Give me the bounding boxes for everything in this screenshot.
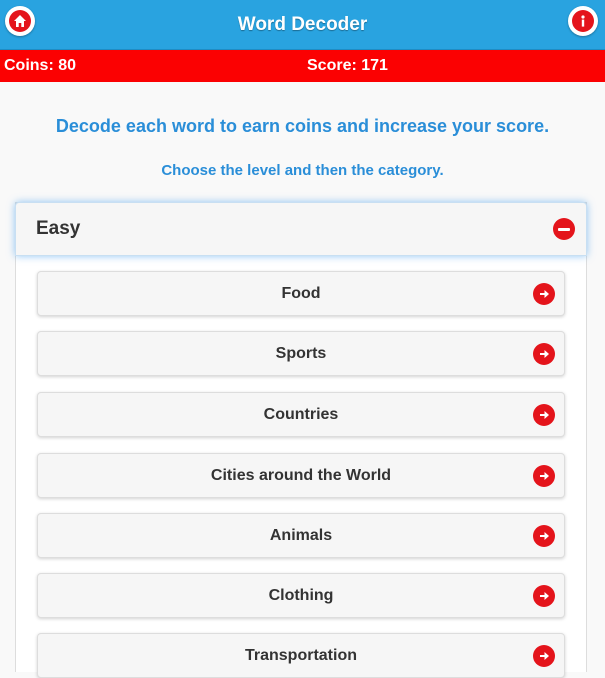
info-icon bbox=[572, 10, 594, 32]
instruction-text: Choose the level and then the category. bbox=[161, 162, 444, 179]
category-label: Animals bbox=[269, 527, 333, 544]
level-title: Easy bbox=[36, 218, 81, 239]
app-title: Word Decoder bbox=[237, 14, 368, 35]
category-item-animals[interactable]: Animals bbox=[37, 513, 565, 558]
arrow-right-icon bbox=[533, 585, 555, 607]
arrow-right-icon bbox=[533, 525, 555, 547]
arrow-right-icon bbox=[533, 283, 555, 305]
category-item-food[interactable]: Food bbox=[37, 271, 565, 316]
arrow-right-icon bbox=[533, 465, 555, 487]
arrow-right-icon bbox=[533, 404, 555, 426]
level-header-easy[interactable]: Easy bbox=[15, 202, 587, 256]
category-label: Cities around the World bbox=[210, 467, 392, 484]
category-label: Sports bbox=[275, 345, 327, 362]
category-label: Clothing bbox=[268, 587, 334, 604]
category-label: Countries bbox=[263, 406, 339, 423]
minus-icon[interactable] bbox=[553, 218, 575, 240]
arrow-right-icon bbox=[533, 645, 555, 667]
info-button[interactable] bbox=[568, 6, 598, 36]
status-bar: Coins: 80 Score: 171 bbox=[0, 50, 605, 82]
intro-text: Decode each word to earn coins and incre… bbox=[55, 116, 550, 136]
category-item-clothing[interactable]: Clothing bbox=[37, 573, 565, 618]
category-label: Food bbox=[281, 285, 321, 302]
category-item-countries[interactable]: Countries bbox=[37, 392, 565, 437]
category-item-cities[interactable]: Cities around the World bbox=[37, 453, 565, 498]
category-item-sports[interactable]: Sports bbox=[37, 331, 565, 376]
app-header: Word Decoder bbox=[0, 0, 605, 50]
coins-counter: Coins: 80 bbox=[4, 57, 77, 74]
score-counter: Score: 171 bbox=[307, 57, 388, 74]
arrow-right-icon bbox=[533, 343, 555, 365]
